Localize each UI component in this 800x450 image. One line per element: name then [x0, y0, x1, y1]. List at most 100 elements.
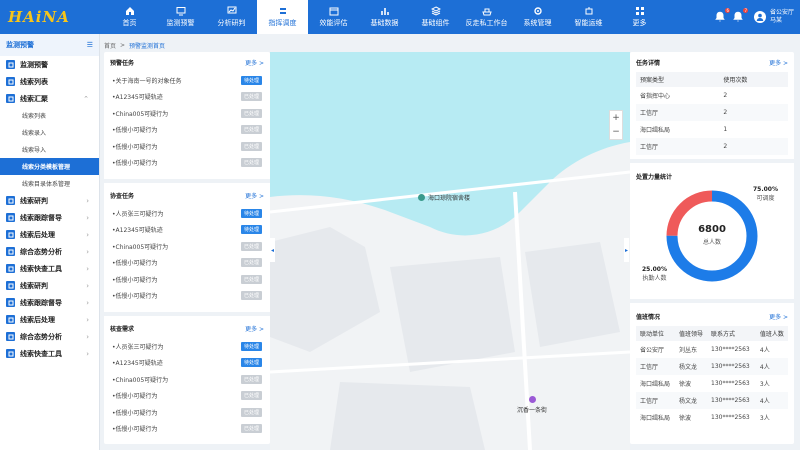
table-row[interactable]: 海口缉私局 徐波 130****2563 3人	[636, 409, 788, 426]
sidebar-item-13[interactable]: 线索研判 ›	[0, 277, 99, 294]
sidebar-item-8[interactable]: 线索研判 ›	[0, 192, 99, 209]
sidebar-item-11[interactable]: 综合态势分析 ›	[0, 243, 99, 260]
more-link[interactable]: 更多 >	[245, 191, 264, 200]
nav-item-0[interactable]: 首页	[104, 0, 155, 34]
menu-item-icon	[6, 60, 15, 69]
map-marker-street[interactable]: 沉香一条街	[517, 396, 547, 414]
sidebar-item-14[interactable]: 线索跟踪督导 ›	[0, 294, 99, 311]
table-cell: 工信厅	[636, 392, 675, 409]
list-item[interactable]: •低慢小可疑行为 已处理	[104, 122, 270, 139]
status-badge: 已处理	[240, 108, 262, 118]
sidebar-item-17[interactable]: 线索快查工具 ›	[0, 345, 99, 362]
more-link[interactable]: 更多 >	[769, 312, 788, 321]
table-row[interactable]: 省公安厅 刘丛东 130****2563 4人	[636, 341, 788, 358]
sidebar-item-2[interactable]: 线索汇聚 ⌃	[0, 90, 99, 107]
nav-label: 系统管理	[523, 19, 552, 27]
menu-item-icon	[6, 77, 15, 86]
message-bell-icon[interactable]: 7	[732, 8, 748, 23]
sidebar-subitem-3[interactable]: 线索列表	[0, 107, 99, 124]
status-badge: 已处理	[240, 407, 262, 417]
sidebar-subitem-4[interactable]: 线索录入	[0, 124, 99, 141]
list-item[interactable]: •低慢小可疑行为 已处理	[104, 138, 270, 155]
app-logo[interactable]: HAiNA	[0, 0, 104, 34]
sidebar-item-15[interactable]: 线索后处理 ›	[0, 311, 99, 328]
sidebar-item-12[interactable]: 线索快查工具 ›	[0, 260, 99, 277]
task-table: 预案类型 使用次数 省指挥中心 2 工信厅 2 海口缉私局 1 工信厅 2	[636, 72, 788, 155]
list-item[interactable]: •China005可疑行为 已处理	[104, 105, 270, 122]
nav-label: 智能运维	[574, 19, 603, 27]
list-item[interactable]: •低慢小可疑行为 已处理	[104, 271, 270, 288]
list-item[interactable]: •人员张三可疑行为 待处理	[104, 205, 270, 222]
table-row[interactable]: 工信厅 2	[636, 138, 788, 155]
sidebar-item-10[interactable]: 线索后处理 ›	[0, 226, 99, 243]
marker-label: 沉香一条街	[517, 407, 548, 414]
nav-item-9[interactable]: 智能运维	[563, 0, 614, 34]
nav-item-8[interactable]: 系统管理	[512, 0, 563, 34]
more-link[interactable]: 更多 >	[769, 58, 788, 67]
notification-bell-icon[interactable]: 6	[714, 8, 730, 23]
zoom-in-button[interactable]: +	[612, 113, 620, 123]
menu-item-icon	[6, 349, 15, 358]
table-row[interactable]: 省指挥中心 2	[636, 87, 788, 104]
list-item[interactable]: •低慢小可疑行为 已处理	[104, 388, 270, 405]
task-name: •低慢小可疑行为	[112, 409, 158, 417]
nav-item-3[interactable]: 指挥调度	[257, 0, 308, 34]
list-item[interactable]: •关于海南一号的对象任务 待处理	[104, 72, 270, 89]
list-item[interactable]: •低慢小可疑行为 已处理	[104, 404, 270, 421]
nav-label: 监测预警	[166, 19, 195, 27]
nav-item-4[interactable]: 效能评估	[308, 0, 359, 34]
list-item[interactable]: •低慢小可疑行为 已处理	[104, 421, 270, 438]
nav-item-1[interactable]: 监测预警	[155, 0, 206, 34]
list-item[interactable]: •人员张三可疑行为 待处理	[104, 338, 270, 355]
user-info[interactable]: 省公安厅 马某	[770, 9, 794, 25]
chevron-right-icon: ›	[86, 349, 89, 358]
sidebar-item-1[interactable]: 线索列表	[0, 73, 99, 90]
table-row[interactable]: 工信厅 2	[636, 104, 788, 121]
avatar[interactable]	[753, 11, 766, 23]
more-link[interactable]: 更多 >	[245, 324, 264, 333]
breadcrumb-home[interactable]: 首页	[104, 41, 116, 50]
sidebar-item-9[interactable]: 线索跟踪督导 ›	[0, 209, 99, 226]
sidebar-subitem-label: 线索列表	[22, 113, 47, 120]
table-row[interactable]: 海口缉私局 徐波 130****2563 3人	[636, 375, 788, 392]
table-row[interactable]: 工信厅 杨文龙 130****2563 4人	[636, 392, 788, 409]
force-stat-header: 处置力量统计	[630, 166, 794, 186]
list-item[interactable]: •China005可疑行为 已处理	[104, 238, 270, 255]
nav-item-2[interactable]: 分析研判	[206, 0, 257, 34]
map-view[interactable]	[270, 52, 630, 450]
table-row[interactable]: 海口缉私局 1	[636, 121, 788, 138]
menu-toggle-icon[interactable]: ☰	[87, 41, 93, 49]
task-name: •低慢小可疑行为	[112, 393, 158, 401]
list-item[interactable]: •A12345可疑轨迹 待处理	[104, 222, 270, 239]
user-name: 马某	[769, 17, 782, 24]
list-item[interactable]: •低慢小可疑行为 已处理	[104, 288, 270, 305]
table-row[interactable]: 工信厅 杨文龙 130****2563 4人	[636, 358, 788, 375]
list-item[interactable]: •低慢小可疑行为 已处理	[104, 155, 270, 172]
chevron-right-icon: ›	[86, 281, 89, 290]
more-link[interactable]: 更多 >	[245, 58, 264, 67]
map-marker-dormitory[interactable]: 海口琼院宿舍楼	[418, 193, 470, 202]
sidebar-item-16[interactable]: 综合态势分析 ›	[0, 328, 99, 345]
collapse-left-panel-button[interactable]: ◂	[270, 238, 275, 262]
chevron-right-icon: ›	[86, 332, 89, 341]
zoom-out-button[interactable]: −	[612, 127, 620, 137]
marker-label: 海口琼院宿舍楼	[428, 195, 471, 202]
sidebar-subitem-5[interactable]: 线索导入	[0, 141, 99, 158]
sidebar-subitem-7[interactable]: 线索目录体系管理	[0, 175, 99, 192]
list-item[interactable]: •A12345可疑轨迹 待处理	[104, 355, 270, 372]
nav-item-7[interactable]: 反走私工作台	[461, 0, 512, 34]
nav-label: 更多	[632, 19, 647, 27]
donut-total-label: 总人数	[702, 239, 721, 246]
nav-label: 分析研判	[217, 19, 246, 27]
sidebar-item-0[interactable]: 监测预警	[0, 56, 99, 73]
nav-item-10[interactable]: 更多	[614, 0, 665, 34]
section-header: 核查需求 更多 >	[104, 318, 270, 338]
nav-item-6[interactable]: 基础组件	[410, 0, 461, 34]
list-item[interactable]: •China005可疑行为 已处理	[104, 371, 270, 388]
sidebar-subitem-6[interactable]: 线索分类模板管理	[0, 158, 99, 175]
list-item[interactable]: •低慢小可疑行为 已处理	[104, 255, 270, 272]
donut-label-a: 可调度	[756, 195, 775, 202]
nav-item-5[interactable]: 基础数据	[359, 0, 410, 34]
list-item[interactable]: •A12345可疑轨迹 已处理	[104, 89, 270, 106]
collapse-right-panel-button[interactable]: ▸	[624, 238, 629, 262]
